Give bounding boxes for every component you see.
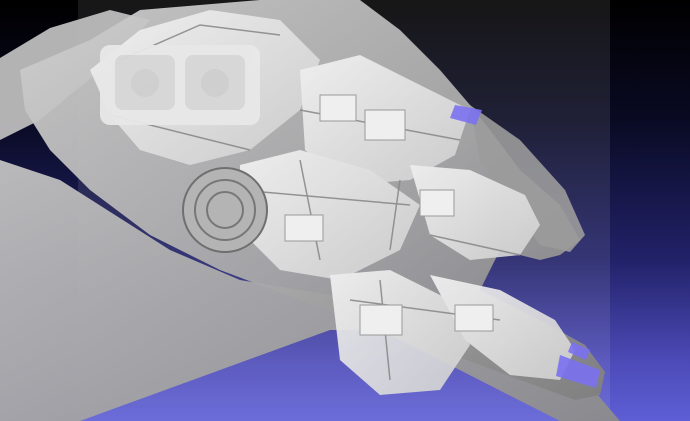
3d-viewport[interactable] bbox=[0, 0, 690, 421]
engine-block bbox=[100, 45, 260, 125]
round-hatch bbox=[182, 167, 268, 253]
spaceship-cutaway-render bbox=[0, 0, 620, 421]
